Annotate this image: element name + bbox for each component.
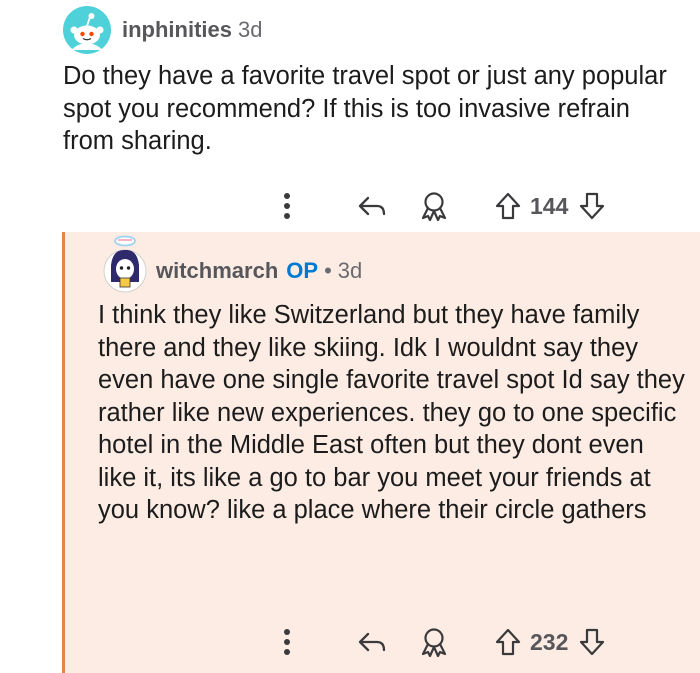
award-icon[interactable] (414, 622, 454, 662)
username[interactable]: witchmarch (156, 258, 278, 283)
reply-icon[interactable] (352, 622, 392, 662)
comment-actions: 144 (274, 186, 610, 226)
award-icon[interactable] (414, 186, 454, 226)
vote-score: 144 (530, 192, 569, 219)
username[interactable]: inphinities (122, 17, 232, 42)
comment-actions: 232 (274, 622, 610, 662)
more-options-icon[interactable] (274, 622, 300, 662)
comment-meta: inphinities 3d (122, 16, 262, 44)
comment-body: Do they have a favorite travel spot or j… (63, 62, 667, 155)
comment-body: I think they like Switzerland but they h… (98, 301, 685, 524)
reply-icon[interactable] (352, 186, 392, 226)
downvote-icon[interactable] (574, 186, 610, 226)
comment-age: 3d (238, 17, 263, 42)
comment-age: 3d (337, 258, 363, 283)
comment-meta: witchmarch OP • 3d (156, 257, 362, 285)
upvote-icon[interactable] (490, 186, 526, 226)
avatar[interactable] (96, 232, 154, 294)
comment: inphinities 3d Do they have a favorite tr… (0, 0, 700, 232)
meta-separator: • (324, 258, 332, 283)
more-options-icon[interactable] (274, 186, 300, 226)
op-badge: OP (286, 258, 319, 283)
downvote-icon[interactable] (574, 622, 610, 662)
upvote-icon[interactable] (490, 622, 526, 662)
vote-score: 232 (530, 628, 569, 655)
avatar[interactable] (63, 6, 111, 54)
